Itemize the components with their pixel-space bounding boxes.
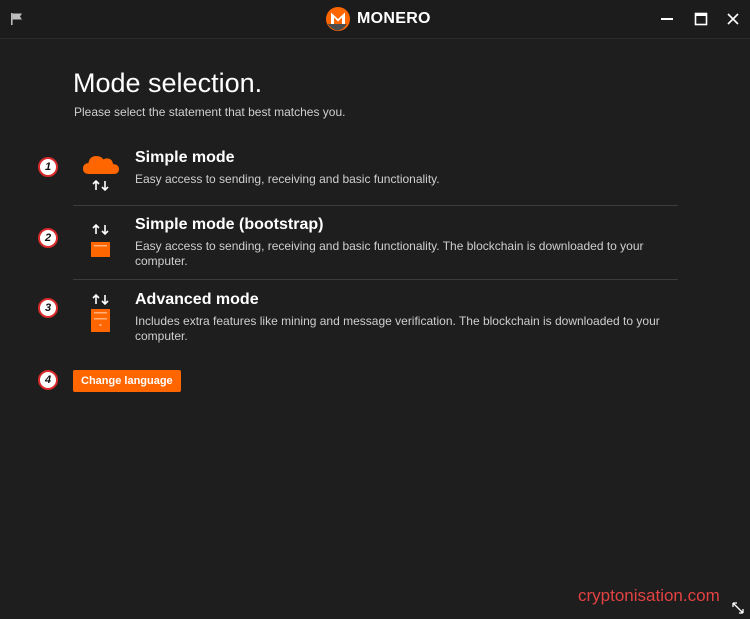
monero-logo-icon (326, 7, 350, 31)
close-icon (727, 13, 739, 25)
annotation-badge: 3 (38, 298, 58, 318)
mode-description: Includes extra features like mining and … (135, 314, 660, 343)
cloud-sync-icon (81, 148, 121, 194)
mode-title: Simple mode (135, 149, 235, 166)
minimize-button[interactable] (657, 9, 677, 29)
annotation-badge: 2 (38, 228, 58, 248)
bootstrap-node-icon (81, 222, 121, 262)
app-brand: MONERO (326, 7, 431, 31)
mode-option-advanced[interactable]: Advanced mode Includes extra features li… (73, 280, 678, 350)
flag-icon[interactable] (9, 11, 25, 27)
mode-title: Simple mode (bootstrap) (135, 216, 324, 233)
title-bar: MONERO (0, 0, 750, 39)
page-title: Mode selection. (73, 68, 263, 98)
watermark: cryptonisation.com (578, 586, 720, 605)
change-language-button[interactable]: Change language (73, 370, 181, 392)
mode-option-simple[interactable]: Simple mode Easy access to sending, rece… (73, 140, 678, 205)
mode-description: Easy access to sending, receiving and ba… (135, 172, 440, 186)
page-subtitle: Please select the statement that best ma… (74, 105, 346, 119)
brand-name: MONERO (357, 10, 431, 27)
resize-grip-icon[interactable] (732, 601, 744, 614)
full-node-icon (81, 292, 121, 336)
mode-description: Easy access to sending, receiving and ba… (135, 239, 644, 268)
close-button[interactable] (723, 9, 743, 29)
annotation-badge: 1 (38, 157, 58, 177)
maximize-button[interactable] (691, 9, 711, 29)
mode-option-simple-bootstrap[interactable]: Simple mode (bootstrap) Easy access to s… (73, 206, 678, 279)
minimize-icon (661, 18, 673, 20)
mode-title: Advanced mode (135, 291, 259, 308)
annotation-badge: 4 (38, 370, 58, 390)
maximize-icon (694, 12, 708, 26)
